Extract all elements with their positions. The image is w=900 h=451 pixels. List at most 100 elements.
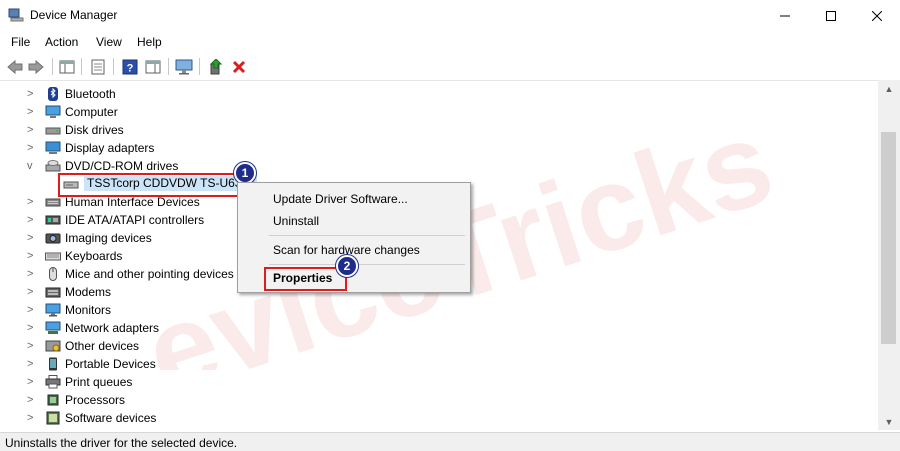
tree-item-processors[interactable]: > Processors bbox=[0, 391, 878, 409]
scroll-up-arrow-icon[interactable]: ▲ bbox=[878, 80, 900, 97]
modem-icon bbox=[45, 287, 61, 298]
tree-item-label: Monitors bbox=[65, 303, 112, 317]
action-pane-button[interactable] bbox=[143, 57, 163, 77]
tree-item-network-adapters[interactable]: > Network adapters bbox=[0, 319, 878, 337]
properties-icon bbox=[91, 59, 105, 75]
expand-chevron-icon[interactable]: > bbox=[27, 322, 37, 334]
minimize-icon bbox=[780, 15, 790, 16]
tree-item-other-devices[interactable]: > Other devices bbox=[0, 337, 878, 355]
maximize-button[interactable] bbox=[808, 0, 854, 31]
menu-separator bbox=[269, 235, 465, 236]
tree-item-label: Keyboards bbox=[65, 249, 123, 263]
scan-hardware-changes-button[interactable] bbox=[174, 57, 194, 77]
tree-item-label: Disk drives bbox=[65, 123, 124, 137]
selected-device-highlight bbox=[58, 173, 246, 197]
tree-item-label: DVD/CD-ROM drives bbox=[65, 159, 179, 173]
tree-item-label: Processors bbox=[65, 393, 126, 407]
expand-chevron-icon[interactable]: > bbox=[27, 142, 37, 154]
tree-item-label: Other devices bbox=[65, 339, 140, 353]
printer-icon bbox=[45, 375, 61, 389]
properties-toolbar-button[interactable] bbox=[88, 57, 108, 77]
back-arrow-icon bbox=[7, 60, 23, 74]
expand-chevron-icon[interactable]: > bbox=[27, 106, 37, 118]
title-bar: Device Manager bbox=[0, 0, 900, 31]
back-button[interactable] bbox=[5, 57, 25, 77]
expand-chevron-icon[interactable]: > bbox=[27, 376, 37, 388]
window-title: Device Manager bbox=[30, 8, 118, 22]
tree-item-disk-drives[interactable]: > Disk drives bbox=[0, 121, 878, 139]
tree-item-label: Computer bbox=[65, 105, 118, 119]
device-manager-app-icon bbox=[8, 8, 24, 22]
tree-item-label: Human Interface Devices bbox=[65, 195, 200, 209]
expand-chevron-icon[interactable]: > bbox=[27, 268, 37, 280]
menu-help[interactable]: Help bbox=[137, 35, 162, 49]
hid-icon bbox=[45, 198, 61, 207]
ctx-uninstall[interactable]: Uninstall bbox=[273, 214, 319, 228]
properties-highlight bbox=[264, 267, 347, 291]
action-pane-icon bbox=[145, 60, 161, 74]
monitor-icon bbox=[45, 303, 61, 317]
tree-item-computer[interactable]: > Computer bbox=[0, 103, 878, 121]
tree-item-label: Software devices bbox=[65, 411, 157, 425]
network-adapter-icon bbox=[45, 321, 61, 334]
minimize-button[interactable] bbox=[762, 0, 808, 31]
tree-item-bluetooth[interactable]: > Bluetooth bbox=[0, 85, 878, 103]
ctx-update-driver-software[interactable]: Update Driver Software... bbox=[273, 192, 408, 206]
processor-icon bbox=[47, 394, 59, 406]
tree-item-software-devices[interactable]: > Software devices bbox=[0, 409, 878, 427]
expand-chevron-icon[interactable]: > bbox=[27, 88, 37, 100]
toolbar-separator bbox=[199, 58, 200, 75]
expand-chevron-icon[interactable]: > bbox=[27, 304, 37, 316]
tree-item-label: Network adapters bbox=[65, 321, 160, 335]
tree-item-label: Display adapters bbox=[65, 141, 155, 155]
vertical-scrollbar[interactable]: ▲ ▼ bbox=[878, 80, 900, 430]
update-driver-button[interactable] bbox=[206, 57, 226, 77]
help-icon: ? bbox=[122, 59, 138, 75]
toolbar-separator bbox=[81, 58, 82, 75]
expand-chevron-icon[interactable]: > bbox=[27, 214, 37, 226]
tree-item-label: IDE ATA/ATAPI controllers bbox=[65, 213, 205, 227]
disk-drive-icon bbox=[45, 127, 61, 135]
maximize-icon bbox=[826, 10, 836, 21]
display-adapter-icon bbox=[45, 141, 61, 154]
forward-button[interactable] bbox=[26, 57, 46, 77]
bluetooth-icon bbox=[48, 87, 58, 101]
close-button[interactable] bbox=[854, 0, 900, 31]
collapse-chevron-icon[interactable]: v bbox=[27, 160, 37, 172]
expand-chevron-icon[interactable]: > bbox=[27, 412, 37, 424]
menu-file[interactable]: File bbox=[11, 35, 30, 49]
console-tree-icon bbox=[59, 60, 75, 74]
ide-controller-icon bbox=[45, 215, 61, 225]
expand-chevron-icon[interactable]: > bbox=[27, 286, 37, 298]
tree-item-portable-devices[interactable]: > Portable Devices bbox=[0, 355, 878, 373]
portable-device-icon bbox=[49, 357, 57, 371]
uninstall-device-button[interactable] bbox=[229, 57, 249, 77]
menu-view[interactable]: View bbox=[96, 35, 122, 49]
expand-chevron-icon[interactable]: > bbox=[27, 340, 37, 352]
expand-chevron-icon[interactable]: > bbox=[27, 124, 37, 136]
update-driver-icon bbox=[209, 59, 223, 75]
expand-chevron-icon[interactable]: > bbox=[27, 250, 37, 262]
show-hide-console-tree-button[interactable] bbox=[57, 57, 77, 77]
menu-action[interactable]: Action bbox=[45, 35, 78, 49]
expand-chevron-icon[interactable]: > bbox=[27, 358, 37, 370]
other-devices-icon bbox=[45, 340, 61, 352]
scrollbar-thumb[interactable] bbox=[881, 132, 896, 344]
dvd-drive-icon bbox=[45, 160, 61, 172]
red-x-icon bbox=[232, 60, 246, 74]
status-bar: Uninstalls the driver for the selected d… bbox=[0, 432, 900, 451]
tree-item-display-adapters[interactable]: > Display adapters bbox=[0, 139, 878, 157]
expand-chevron-icon[interactable]: > bbox=[27, 394, 37, 406]
step-callout-1: 1 bbox=[234, 162, 256, 184]
toolbar-separator bbox=[52, 58, 53, 75]
expand-chevron-icon[interactable]: > bbox=[27, 232, 37, 244]
tree-item-monitors[interactable]: > Monitors bbox=[0, 301, 878, 319]
tree-item-print-queues[interactable]: > Print queues bbox=[0, 373, 878, 391]
toolbar-separator bbox=[113, 58, 114, 75]
tree-item-label: Modems bbox=[65, 285, 112, 299]
tree-item-label: Bluetooth bbox=[65, 87, 116, 101]
monitor-scan-icon bbox=[175, 59, 193, 75]
scroll-down-arrow-icon[interactable]: ▼ bbox=[878, 413, 900, 430]
expand-chevron-icon[interactable]: > bbox=[27, 196, 37, 208]
help-toolbar-button[interactable]: ? bbox=[120, 57, 140, 77]
